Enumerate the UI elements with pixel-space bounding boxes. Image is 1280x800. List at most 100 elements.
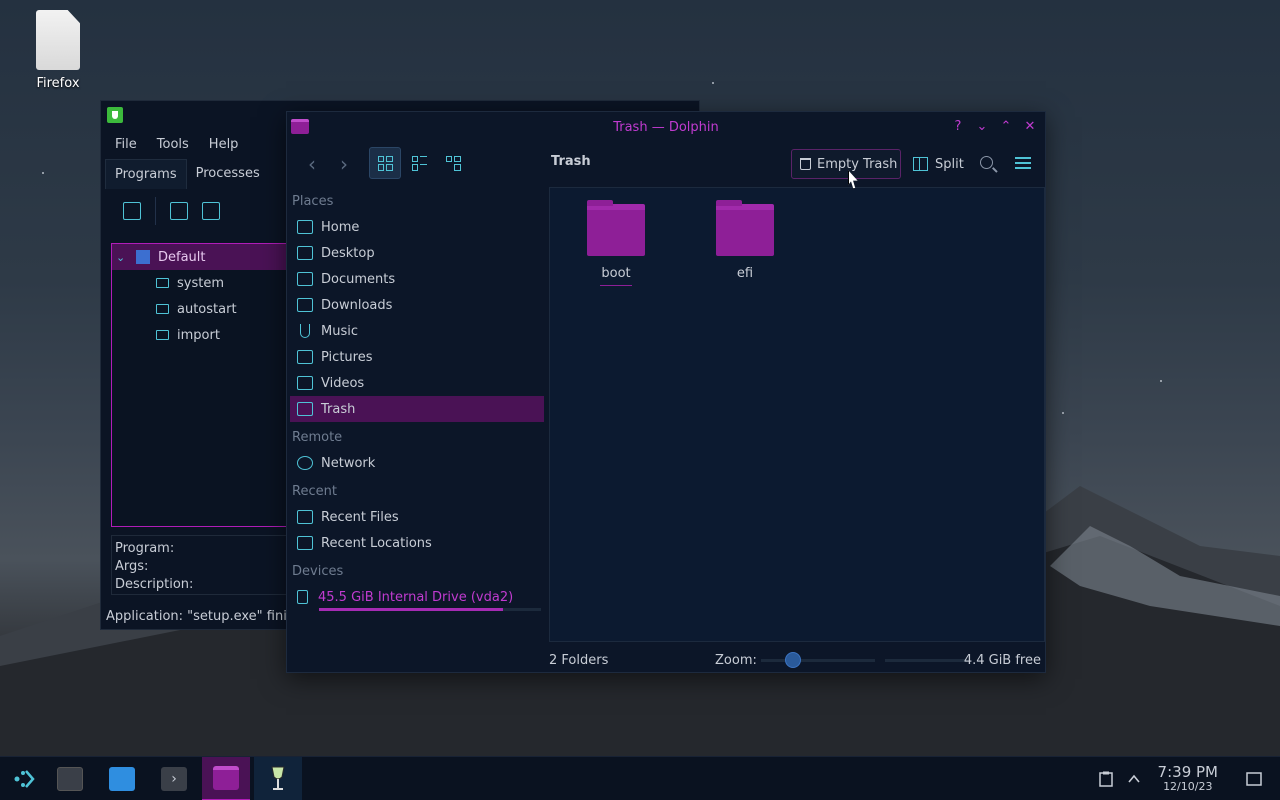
taskbar-terminal[interactable]: › [150, 757, 198, 800]
terminal-icon: › [161, 767, 187, 791]
place-label: Trash [321, 401, 356, 417]
info-program: Program: [115, 541, 175, 556]
place-trash[interactable]: Trash [290, 396, 544, 422]
application-launcher[interactable] [0, 757, 48, 800]
wine-status-text: Application: "setup.exe" finish [106, 609, 302, 624]
taskbar-system-settings[interactable] [46, 757, 94, 800]
free-space-bar [885, 659, 967, 662]
place-label: Recent Files [321, 509, 399, 525]
launcher-icon [14, 770, 35, 788]
places-panel: Places Home Desktop Documents Downloads … [287, 190, 547, 610]
tab-programs[interactable]: Programs [105, 159, 187, 189]
folder-item-boot[interactable]: boot [576, 200, 656, 286]
place-internal-drive[interactable]: 45.5 GiB Internal Drive (vda2) [287, 584, 547, 610]
place-pictures[interactable]: Pictures [287, 344, 547, 370]
close-icon[interactable]: ✕ [1021, 118, 1039, 136]
wine-prefix-icon [136, 250, 150, 264]
zoom-slider-track[interactable] [761, 659, 875, 662]
toolbar-divider [155, 197, 156, 225]
tree-row-default[interactable]: ⌄ Default [112, 244, 290, 270]
tree-row-autostart[interactable]: autostart [112, 296, 290, 322]
wine-glass-icon [107, 107, 123, 123]
new-document-icon[interactable] [170, 202, 188, 220]
place-music[interactable]: Music [287, 318, 547, 344]
hamburger-menu-icon[interactable] [1015, 157, 1031, 169]
forward-button[interactable]: › [331, 152, 357, 178]
clock-time: 7:39 PM [1157, 763, 1218, 781]
file-view[interactable]: boot efi [549, 187, 1045, 642]
tree-label: autostart [177, 301, 237, 317]
tree-label: Default [158, 249, 206, 265]
tree-row-import[interactable]: import [112, 322, 290, 348]
place-label: Documents [321, 271, 396, 287]
film-icon [297, 376, 313, 390]
place-videos[interactable]: Videos [287, 370, 547, 396]
empty-trash-button[interactable]: Empty Trash [791, 149, 901, 179]
place-network[interactable]: Network [287, 450, 547, 476]
show-desktop-icon[interactable] [1246, 771, 1262, 787]
help-icon[interactable]: ? [949, 118, 967, 136]
folder-icon [156, 304, 169, 314]
menu-tools[interactable]: Tools [147, 137, 199, 152]
clock[interactable]: 7:39 PM 12/10/23 [1158, 764, 1218, 794]
picture-icon [297, 350, 313, 364]
icons-view-button[interactable] [369, 147, 401, 179]
place-label: Home [321, 219, 360, 235]
place-documents[interactable]: Documents [287, 266, 547, 292]
program-tree[interactable]: ⌄ Default system autostart import [111, 243, 291, 527]
place-label: Downloads [321, 297, 393, 313]
tree-icon [445, 155, 461, 171]
chevron-up-icon[interactable] [1127, 771, 1141, 787]
place-downloads[interactable]: Downloads [287, 292, 547, 318]
store-bag-icon [109, 767, 135, 791]
clipboard-icon[interactable] [1099, 771, 1113, 787]
menu-file[interactable]: File [105, 137, 147, 152]
back-button[interactable]: ‹ [299, 152, 325, 178]
dolphin-window[interactable]: Trash — Dolphin ? ⌄ ⌃ ✕ ‹ › Trash Empty … [286, 111, 1046, 673]
recent-header: Recent [292, 484, 337, 499]
breadcrumb[interactable]: Trash [551, 154, 591, 169]
desktop-icon-firefox[interactable]: Firefox [22, 8, 94, 91]
place-home[interactable]: Home [287, 214, 547, 240]
place-desktop[interactable]: Desktop [287, 240, 547, 266]
download-icon [297, 298, 313, 312]
folder-name: boot [601, 266, 631, 281]
dolphin-titlebar[interactable]: Trash — Dolphin ? ⌄ ⌃ ✕ [287, 112, 1045, 142]
wine-glass-icon [271, 766, 285, 790]
compact-view-button[interactable] [403, 147, 435, 179]
desktop-icon [297, 246, 313, 260]
devices-header: Devices [292, 564, 344, 579]
details-view-button[interactable] [437, 147, 469, 179]
zoom-slider-handle[interactable] [785, 652, 801, 668]
refresh-document-icon[interactable] [202, 202, 220, 220]
star [712, 82, 714, 84]
list-view-icon[interactable] [123, 202, 141, 220]
tree-label: system [177, 275, 224, 291]
folder-icon [156, 278, 169, 288]
taskbar-discover[interactable] [98, 757, 146, 800]
tab-processes[interactable]: Processes [187, 159, 269, 189]
star [42, 172, 44, 174]
tree-row-system[interactable]: system [112, 270, 290, 296]
place-recent-files[interactable]: Recent Files [287, 504, 547, 530]
place-label: Desktop [321, 245, 375, 261]
menu-help[interactable]: Help [199, 137, 249, 152]
split-label: Split [935, 156, 964, 172]
split-button[interactable]: Split [913, 149, 964, 179]
grid-icon [377, 155, 393, 171]
taskbar-wine[interactable] [254, 757, 302, 800]
place-label: Music [321, 323, 358, 339]
folder-icon [587, 200, 645, 256]
place-label: Network [321, 455, 376, 471]
home-icon [297, 220, 313, 234]
item-count: 2 Folders [549, 652, 609, 668]
folder-item-efi[interactable]: efi [705, 200, 785, 281]
minimize-icon[interactable]: ⌄ [973, 118, 991, 136]
maximize-icon[interactable]: ⌃ [997, 118, 1015, 136]
window-buttons: ? ⌄ ⌃ ✕ [949, 118, 1039, 136]
taskbar-dolphin[interactable] [202, 757, 250, 800]
trash-icon [800, 158, 811, 170]
place-recent-locations[interactable]: Recent Locations [287, 530, 547, 556]
search-icon[interactable] [980, 156, 993, 169]
chevron-down-icon[interactable]: ⌄ [116, 251, 128, 264]
